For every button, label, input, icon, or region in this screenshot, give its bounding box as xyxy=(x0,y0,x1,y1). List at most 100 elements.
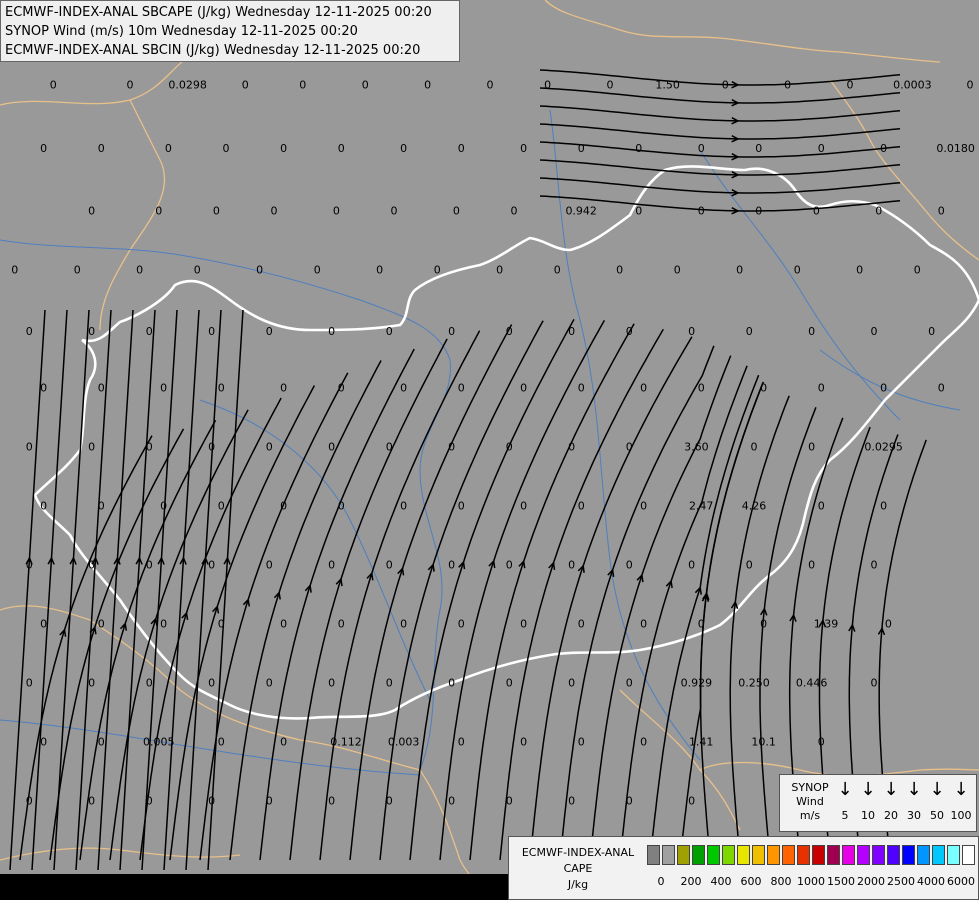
value-label: 0 xyxy=(98,142,105,155)
value-label: 0 xyxy=(266,325,273,338)
value-label: 0 xyxy=(26,677,33,690)
cape-color-swatch xyxy=(722,845,735,865)
weather-map: 0 0 0.0298 0 0 0 0 0 0 0 1.50 0 0 0 0.0003 0 0 0 0 0 0 0 0 0 0 0 0… xyxy=(0,0,979,900)
value-label: 0 xyxy=(271,205,278,218)
value-label: 0 xyxy=(88,559,95,572)
cape-color-swatch xyxy=(932,845,945,865)
value-label: 0 xyxy=(155,205,162,218)
down-arrow-icon: ↓ xyxy=(883,779,899,800)
value-label: 0 xyxy=(626,441,633,454)
value-label: 0 xyxy=(640,382,647,395)
wind-legend-item: ↓ 5 xyxy=(833,779,857,823)
value-label: 0 xyxy=(818,382,825,395)
value-label: 0 xyxy=(280,382,287,395)
value-label: 0 xyxy=(520,618,527,631)
value-label: 0 xyxy=(338,500,345,513)
cape-color-swatch xyxy=(917,845,930,865)
wind-speed-label: 5 xyxy=(841,809,849,822)
value-label: 0.003 xyxy=(388,736,420,749)
value-label: 0 xyxy=(26,325,33,338)
cape-tick-label: 800 xyxy=(770,875,792,888)
value-label: 0 xyxy=(626,559,633,572)
value-label: 0.446 xyxy=(796,677,828,690)
value-label: 0 xyxy=(722,78,729,91)
value-label: 0 xyxy=(400,382,407,395)
value-label: 0 xyxy=(458,618,465,631)
value-label: 0 xyxy=(338,618,345,631)
cape-color-swatch xyxy=(662,845,675,865)
value-label: 0 xyxy=(218,736,225,749)
value-label: 0 xyxy=(400,500,407,513)
value-label: 0 xyxy=(568,325,575,338)
value-label: 0 xyxy=(818,142,825,155)
value-label: 0.005 xyxy=(143,736,175,749)
value-label: 0 xyxy=(568,795,575,808)
value-label: 0 xyxy=(794,264,801,277)
value-label: 4.26 xyxy=(742,500,767,513)
header-sbcape-line: ECMWF-INDEX-ANAL SBCAPE (J/kg) Wednesday… xyxy=(5,5,432,20)
cape-tick-label: 2500 xyxy=(887,875,915,888)
value-label: 0 xyxy=(808,441,815,454)
value-label: 0 xyxy=(578,618,585,631)
cape-tick-label: 400 xyxy=(710,875,732,888)
value-label: 0 xyxy=(688,795,695,808)
cape-color-swatch xyxy=(737,845,750,865)
value-label: 0 xyxy=(871,559,878,572)
value-label: 10.1 xyxy=(751,736,776,749)
value-label: 0 xyxy=(688,559,695,572)
value-label: 0 xyxy=(568,677,575,690)
value-label: 0 xyxy=(160,618,167,631)
value-label: 1.41 xyxy=(689,736,714,749)
value-label: 0 xyxy=(967,78,974,91)
value-label: 0 xyxy=(813,205,820,218)
value-label: 0 xyxy=(266,677,273,690)
value-label: 0 xyxy=(506,677,513,690)
down-arrow-icon: ↓ xyxy=(837,779,853,800)
down-arrow-icon: ↓ xyxy=(906,779,922,800)
cape-legend-title-line1: ECMWF-INDEX-ANAL xyxy=(521,846,635,859)
value-label: 1.39 xyxy=(814,618,839,631)
wind-speed-label: 20 xyxy=(884,809,898,822)
value-label: 0 xyxy=(746,325,753,338)
value-label: 0 xyxy=(458,736,465,749)
value-label: 0 xyxy=(146,559,153,572)
value-label: 0 xyxy=(578,500,585,513)
value-label: 0 xyxy=(328,441,335,454)
value-label: 0 xyxy=(938,382,945,395)
wind-legend-item: ↓ 20 xyxy=(879,779,903,823)
value-label: 0 xyxy=(280,736,287,749)
value-label: 0 xyxy=(506,795,513,808)
value-label: 0 xyxy=(26,795,33,808)
value-label: 0 xyxy=(40,736,47,749)
value-label: 0 xyxy=(880,500,887,513)
value-label: 0 xyxy=(448,677,455,690)
value-label: 0 xyxy=(88,441,95,454)
value-label: 0 xyxy=(760,382,767,395)
value-label: 0 xyxy=(448,559,455,572)
value-label: 0 xyxy=(160,500,167,513)
value-label: 0 xyxy=(98,618,105,631)
value-label: 0 xyxy=(554,264,561,277)
wind-legend-item: ↓ 30 xyxy=(902,779,926,823)
wind-speed-label: 100 xyxy=(950,809,972,822)
value-label: 0 xyxy=(218,500,225,513)
value-label: 0 xyxy=(568,441,575,454)
cape-color-swatch xyxy=(857,845,870,865)
value-label: 0 xyxy=(338,382,345,395)
value-label: 0 xyxy=(146,325,153,338)
value-label: 0 xyxy=(208,677,215,690)
cape-color-swatch xyxy=(962,845,975,865)
value-label: 0 xyxy=(640,736,647,749)
value-label: 0 xyxy=(698,142,705,155)
value-label: 0 xyxy=(328,677,335,690)
cape-color-swatch xyxy=(647,845,660,865)
cape-color-swatch xyxy=(872,845,885,865)
value-label: 0 xyxy=(736,264,743,277)
wind-legend-title-line1: SYNOP xyxy=(791,781,829,794)
value-label: 0 xyxy=(880,382,887,395)
value-label: 0.0298 xyxy=(168,78,207,91)
value-label: 0 xyxy=(458,500,465,513)
value-label: 0 xyxy=(511,205,518,218)
value-label: 0 xyxy=(607,78,614,91)
value-label: 0 xyxy=(880,142,887,155)
